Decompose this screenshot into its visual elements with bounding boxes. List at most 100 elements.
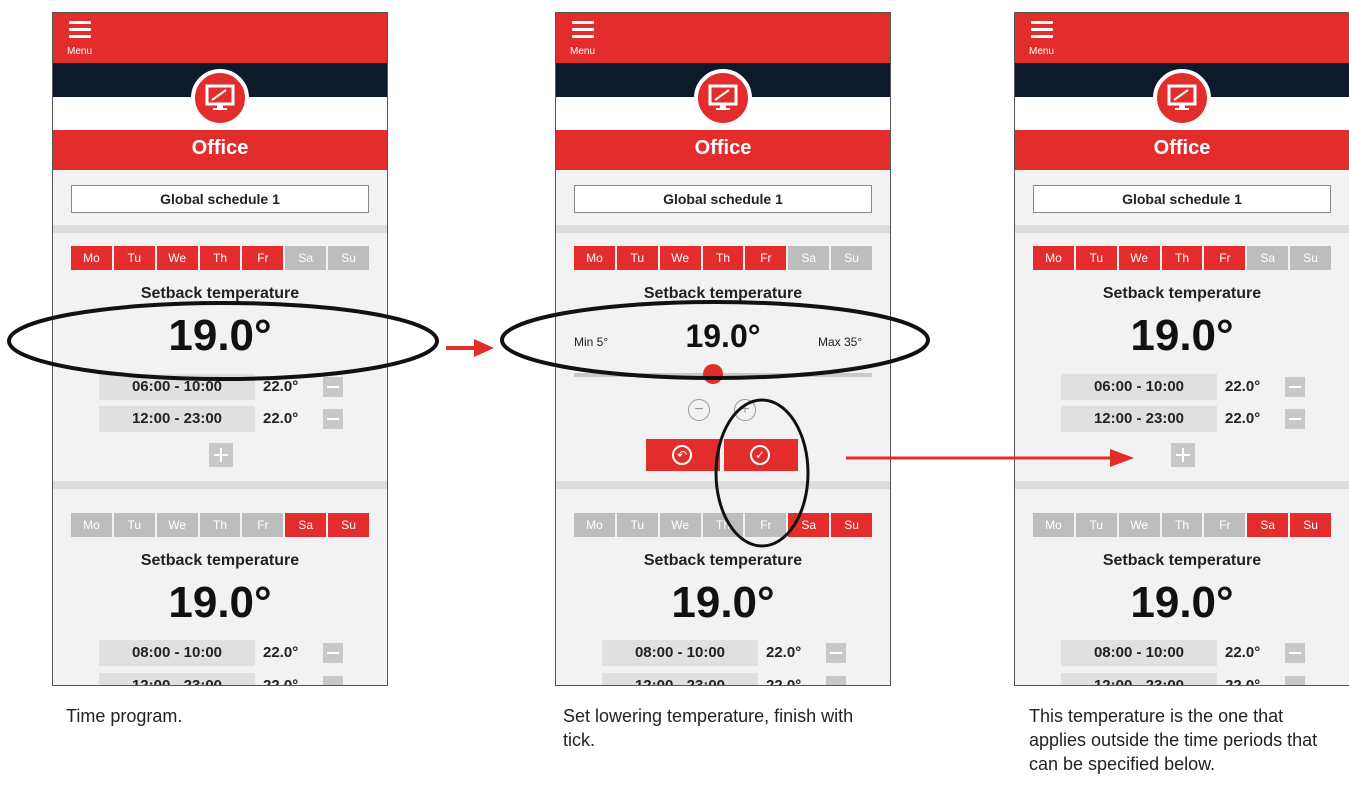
weekday-we[interactable]: We: [659, 513, 701, 537]
weekday-mo[interactable]: Mo: [71, 246, 112, 270]
weekday-tu[interactable]: Tu: [616, 513, 658, 537]
weekday-fr[interactable]: Fr: [745, 246, 787, 270]
monitor-icon: [694, 69, 752, 127]
weekday-selector-weekdays: Mo Tu We Th Fr Sa Su: [1033, 246, 1332, 270]
setback-temperature-value[interactable]: 19.0°: [53, 311, 387, 361]
weekday-su[interactable]: Su: [328, 246, 370, 270]
menu-icon[interactable]: [1031, 21, 1053, 39]
time-period-1[interactable]: 08:00 - 10:00: [602, 640, 758, 666]
weekday-fr[interactable]: Fr: [1204, 513, 1246, 537]
weekday-su[interactable]: Su: [831, 513, 873, 537]
weekday-mo[interactable]: Mo: [574, 513, 615, 537]
remove-period-button[interactable]: [323, 409, 343, 429]
weekday-selector-weekdays: Mo Tu We Th Fr Sa Su: [71, 246, 370, 270]
weekday-mo[interactable]: Mo: [1033, 246, 1074, 270]
weekday-tu[interactable]: Tu: [616, 246, 658, 270]
phone-screen-set-temperature: Menu Office Global schedule 1 Mo Tu We Th Fr…: [555, 12, 891, 686]
menu-label[interactable]: Menu: [67, 46, 92, 57]
weekday-selector-weekend: Mo Tu We Th Fr Sa Su: [71, 513, 370, 537]
add-period-button[interactable]: [1171, 443, 1195, 467]
remove-period-button[interactable]: [1285, 676, 1305, 685]
divider: [556, 225, 890, 233]
divider: [556, 481, 890, 489]
weekday-tu[interactable]: Tu: [1075, 246, 1117, 270]
confirm-button[interactable]: ✓: [724, 439, 798, 471]
weekday-we[interactable]: We: [156, 513, 198, 537]
setback-temperature-value[interactable]: 19.0°: [556, 578, 890, 628]
period-temp-2: 22.0°: [263, 410, 299, 427]
add-period-button[interactable]: [209, 443, 233, 467]
time-period-1[interactable]: 08:00 - 10:00: [99, 640, 255, 666]
remove-period-button[interactable]: [1285, 409, 1305, 429]
remove-period-button[interactable]: [323, 676, 343, 685]
divider: [1015, 225, 1349, 233]
weekday-sa[interactable]: Sa: [285, 246, 327, 270]
weekday-fr[interactable]: Fr: [242, 246, 284, 270]
weekday-fr[interactable]: Fr: [745, 513, 787, 537]
remove-period-button[interactable]: [323, 643, 343, 663]
time-period-1[interactable]: 06:00 - 10:00: [99, 374, 255, 400]
weekday-selector-weekend: Mo Tu We Th Fr Sa Su: [574, 513, 873, 537]
weekday-su[interactable]: Su: [831, 246, 873, 270]
remove-period-button[interactable]: [826, 643, 846, 663]
weekday-mo[interactable]: Mo: [71, 513, 112, 537]
setback-label: Setback temperature: [643, 285, 803, 302]
undo-button[interactable]: ↶: [646, 439, 720, 471]
weekday-th[interactable]: Th: [199, 513, 241, 537]
weekday-sa[interactable]: Sa: [788, 246, 830, 270]
weekday-th[interactable]: Th: [199, 246, 241, 270]
setback-temperature-value[interactable]: 19.0°: [53, 578, 387, 628]
menu-label[interactable]: Menu: [1029, 46, 1054, 57]
weekday-sa[interactable]: Sa: [1247, 246, 1289, 270]
period-temp-2: 22.0°: [1225, 677, 1261, 686]
menu-icon[interactable]: [572, 21, 594, 39]
schedule-selector[interactable]: Global schedule 1: [1033, 185, 1331, 213]
remove-period-button[interactable]: [826, 676, 846, 685]
setback-temperature-value[interactable]: 19.0°: [1015, 311, 1349, 361]
weekday-th[interactable]: Th: [1161, 246, 1203, 270]
weekday-sa[interactable]: Sa: [1247, 513, 1289, 537]
weekday-su[interactable]: Su: [1290, 246, 1332, 270]
menu-label[interactable]: Menu: [570, 46, 595, 57]
setback-label: Setback temperature: [1102, 285, 1262, 302]
top-bar: Menu: [53, 13, 387, 63]
increase-icon[interactable]: +: [734, 399, 756, 421]
remove-period-button[interactable]: [1285, 643, 1305, 663]
weekday-mo[interactable]: Mo: [574, 246, 615, 270]
remove-period-button[interactable]: [323, 377, 343, 397]
weekday-we[interactable]: We: [1118, 513, 1160, 537]
decrease-icon[interactable]: −: [688, 399, 710, 421]
weekday-fr[interactable]: Fr: [242, 513, 284, 537]
weekday-tu[interactable]: Tu: [113, 513, 155, 537]
remove-period-button[interactable]: [1285, 377, 1305, 397]
weekday-mo[interactable]: Mo: [1033, 513, 1074, 537]
time-period-1[interactable]: 08:00 - 10:00: [1061, 640, 1217, 666]
weekday-th[interactable]: Th: [1161, 513, 1203, 537]
time-period-2[interactable]: 12:00 - 23:00: [602, 673, 758, 685]
weekday-sa[interactable]: Sa: [285, 513, 327, 537]
time-period-2[interactable]: 12:00 - 23:00: [99, 406, 255, 432]
temperature-slider-thumb[interactable]: [703, 364, 724, 384]
weekday-tu[interactable]: Tu: [1075, 513, 1117, 537]
setback-label: Setback temperature: [140, 285, 300, 302]
phone-screen-time-program: Menu Office Global schedule 1 Mo Tu We Th Fr…: [52, 12, 388, 686]
weekday-th[interactable]: Th: [702, 513, 744, 537]
time-period-1[interactable]: 06:00 - 10:00: [1061, 374, 1217, 400]
time-period-2[interactable]: 12:00 - 23:00: [1061, 406, 1217, 432]
schedule-selector[interactable]: Global schedule 1: [71, 185, 369, 213]
menu-icon[interactable]: [69, 21, 91, 39]
weekday-su[interactable]: Su: [1290, 513, 1332, 537]
weekday-we[interactable]: We: [1118, 246, 1160, 270]
weekday-th[interactable]: Th: [702, 246, 744, 270]
setback-temperature-value[interactable]: 19.0°: [1015, 578, 1349, 628]
weekday-we[interactable]: We: [659, 246, 701, 270]
weekday-su[interactable]: Su: [328, 513, 370, 537]
time-period-2[interactable]: 12:00 - 23:00: [99, 673, 255, 685]
weekday-tu[interactable]: Tu: [113, 246, 155, 270]
weekday-sa[interactable]: Sa: [788, 513, 830, 537]
weekday-fr[interactable]: Fr: [1204, 246, 1246, 270]
monitor-icon: [191, 69, 249, 127]
schedule-selector[interactable]: Global schedule 1: [574, 185, 872, 213]
time-period-2[interactable]: 12:00 - 23:00: [1061, 673, 1217, 685]
weekday-we[interactable]: We: [156, 246, 198, 270]
